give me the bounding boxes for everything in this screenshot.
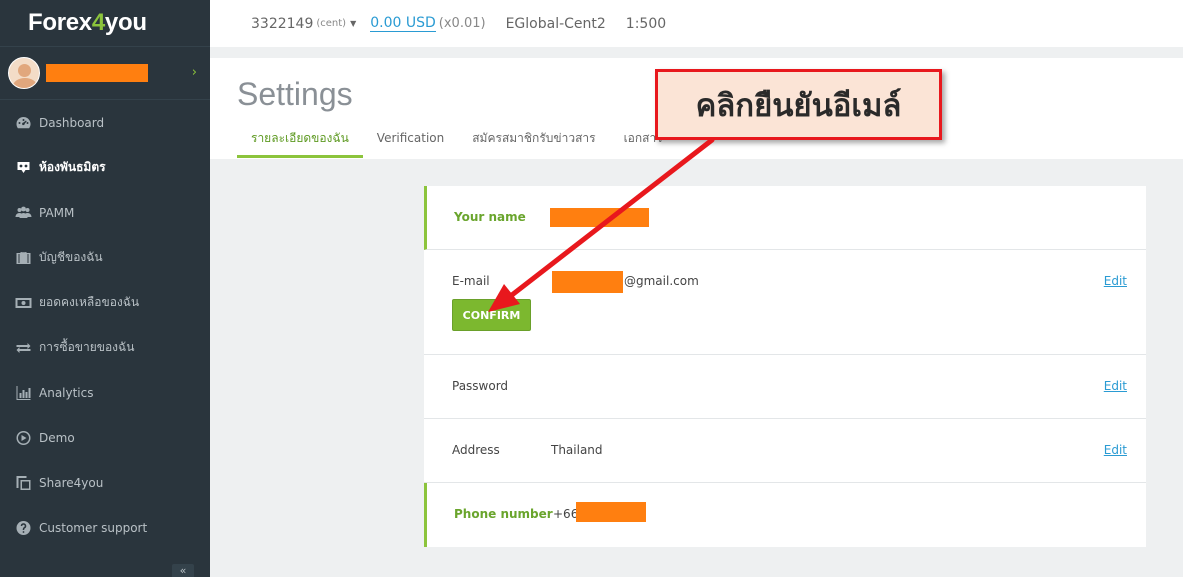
redacted-user-name <box>46 64 148 82</box>
row-name: Your name <box>424 186 1146 250</box>
bar-chart-icon <box>14 385 32 401</box>
dashboard-icon <box>14 115 32 131</box>
account-number[interactable]: 3322149 <box>251 16 313 32</box>
redacted-email <box>552 271 623 293</box>
row-password: Password Edit <box>424 355 1146 419</box>
user-profile-row[interactable]: › <box>0 46 210 100</box>
sidebar-item-demo[interactable]: Demo <box>0 415 210 460</box>
sidebar-nav: Dashboard ห้องพันธมิตร PAMM บัญชีของฉัน … <box>0 100 210 550</box>
users-icon <box>14 205 32 221</box>
edit-email-link[interactable]: Edit <box>1104 274 1127 288</box>
row-address: Address Thailand Edit <box>424 419 1146 483</box>
sidebar-item-analytics[interactable]: Analytics <box>0 370 210 415</box>
phone-label: Phone number <box>454 507 553 521</box>
sidebar-item-share4you[interactable]: Share4you <box>0 460 210 505</box>
money-icon <box>14 295 32 311</box>
address-label: Address <box>452 443 500 457</box>
page-title: Settings <box>237 76 353 112</box>
caret-down-icon[interactable]: ▼ <box>350 19 356 28</box>
help-icon <box>14 520 32 536</box>
tab-my-details[interactable]: รายละเอียดของฉัน <box>237 130 363 158</box>
server-name: EGlobal-Cent2 <box>505 15 606 32</box>
password-label: Password <box>452 379 509 393</box>
settings-tabs: รายละเอียดของฉัน Verification สมัครสมาชิ… <box>237 130 677 158</box>
address-value: Thailand <box>551 443 603 457</box>
sidebar-item-customer-support[interactable]: Customer support <box>0 505 210 550</box>
row-phone: Phone number +66 <box>424 483 1146 547</box>
balance-link[interactable]: 0.00 USD <box>370 15 436 32</box>
copy-icon <box>14 475 32 491</box>
partner-icon <box>14 160 32 176</box>
phone-prefix: +66 <box>553 507 579 521</box>
email-label: E-mail <box>452 274 490 288</box>
row-email: E-mail @gmail.com Edit CONFIRM <box>424 250 1146 355</box>
exchange-icon <box>14 340 32 356</box>
name-label: Your name <box>454 210 526 224</box>
sidebar-item-my-balance[interactable]: ยอดคงเหลือของฉัน <box>0 280 210 325</box>
sidebar-item-partner[interactable]: ห้องพันธมิตร <box>0 145 210 190</box>
briefcase-icon <box>14 250 32 266</box>
sidebar-item-dashboard[interactable]: Dashboard <box>0 100 210 145</box>
tab-verification[interactable]: Verification <box>363 130 458 158</box>
edit-address-link[interactable]: Edit <box>1104 443 1127 457</box>
tab-newsletter[interactable]: สมัครสมาชิกรับข่าวสาร <box>458 130 609 158</box>
sidebar-item-my-trades[interactable]: การซื้อขายของฉัน <box>0 325 210 370</box>
leverage: 1:500 <box>625 15 667 32</box>
edit-password-link[interactable]: Edit <box>1104 379 1127 393</box>
balance-multiplier: (x0.01) <box>438 16 486 31</box>
email-suffix: @gmail.com <box>624 274 699 288</box>
chevron-right-icon: › <box>191 65 197 80</box>
avatar <box>8 57 40 89</box>
sidebar-item-pamm[interactable]: PAMM <box>0 190 210 235</box>
profile-card: Your name E-mail @gmail.com Edit CONFIRM… <box>424 186 1146 547</box>
redacted-phone <box>576 502 646 522</box>
play-icon <box>14 430 32 446</box>
sidebar-item-my-accounts[interactable]: บัญชีของฉัน <box>0 235 210 280</box>
collapse-sidebar-button[interactable]: « <box>172 564 194 577</box>
callout-annotation: คลิกยืนยันอีเมล์ <box>655 69 942 140</box>
sidebar: Forex 4 you › Dashboard ห้องพันธมิตร PAMM … <box>0 0 210 577</box>
account-type: (cent) <box>316 18 347 29</box>
account-topbar: 3322149 (cent) ▼ 0.00 USD (x0.01) EGloba… <box>210 0 1183 47</box>
redacted-name <box>550 208 649 227</box>
forex4you-logo[interactable]: Forex 4 you <box>0 0 210 46</box>
confirm-email-button[interactable]: CONFIRM <box>452 299 531 331</box>
